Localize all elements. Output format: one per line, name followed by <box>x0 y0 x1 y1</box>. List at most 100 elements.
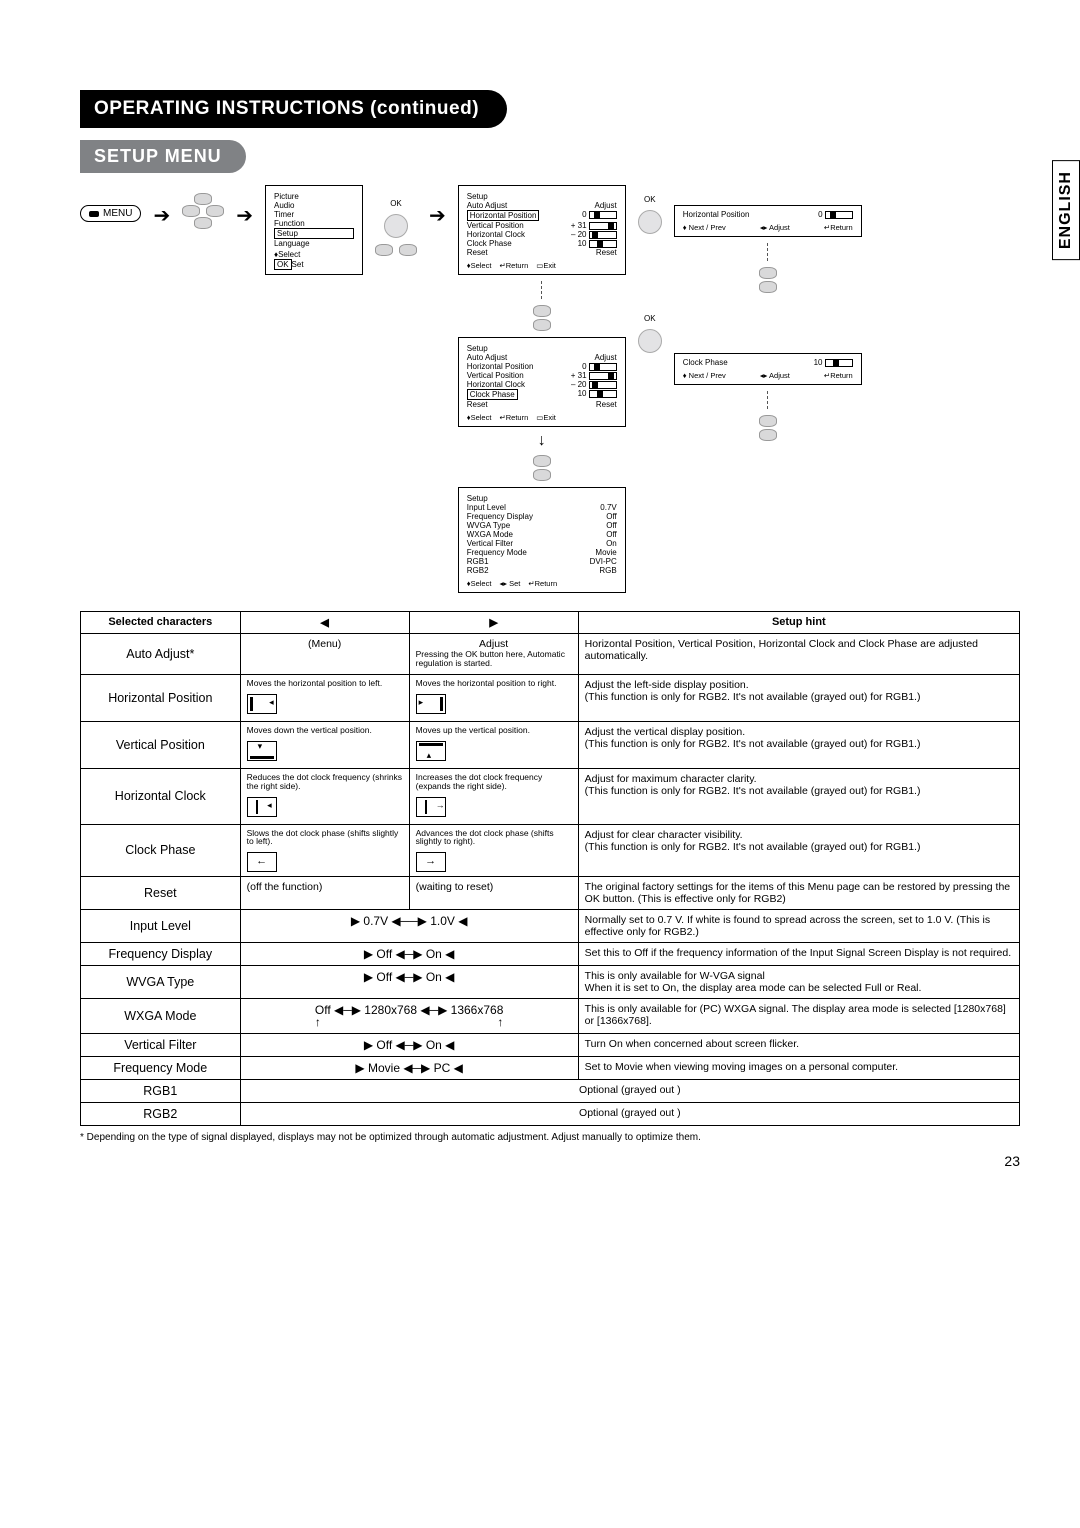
row-name: RGB2 <box>81 1103 241 1126</box>
osd-row-name: Vertical Filter <box>467 539 513 548</box>
gray-cell: Optional (grayed out ) <box>240 1080 1019 1103</box>
osd-row-val: Adjust <box>595 201 617 210</box>
osd-row-name: Frequency Display <box>467 512 533 521</box>
adj-val: 10 <box>814 358 823 367</box>
table-row: Clock Phase Slows the dot clock phase (s… <box>81 824 1020 877</box>
row-name: Clock Phase <box>81 824 241 877</box>
row-name: Vertical Filter <box>81 1034 241 1057</box>
language-tab: ENGLISH <box>1052 160 1080 260</box>
osd-row-val: + 31 <box>571 221 587 230</box>
row-name: Vertical Position <box>81 721 241 768</box>
cell-text: Increases the dot clock frequency (expan… <box>416 773 572 791</box>
expand-icon: → <box>416 797 446 817</box>
range-text: Off ◀─▶ 1280x768 ◀─▶ 1366x768 <box>315 1003 503 1017</box>
dpad-icon <box>759 415 777 441</box>
cell-right: Moves the horizontal position to right. … <box>409 674 578 721</box>
menu-item: Function <box>274 219 354 228</box>
cell-text: Advances the dot clock phase (shifts sli… <box>416 829 572 847</box>
dashed-connector <box>541 281 542 299</box>
table-row: Horizontal Position Moves the horizontal… <box>81 674 1020 721</box>
phase-left-icon: ← <box>247 852 277 872</box>
osd-row-val: Movie <box>595 548 616 557</box>
subsection-title: SETUP MENU <box>80 140 246 173</box>
osd-title: Setup <box>467 192 617 201</box>
range-cell: ▶ Off ◀─▶ On ◀ <box>240 1034 578 1057</box>
osd-row-name: Input Level <box>467 503 506 512</box>
setup-osd-bottom: Setup Input Level0.7V Frequency DisplayO… <box>458 487 626 593</box>
ok-label: OK <box>390 199 402 208</box>
adj-foot: Next / Prev <box>689 223 726 232</box>
table-row: Frequency Mode ▶ Movie ◀─▶ PC ◀ Set to M… <box>81 1057 1020 1080</box>
row-name: Horizontal Clock <box>81 768 241 824</box>
menu-item: Picture <box>274 192 354 201</box>
osd-row-val: 10 <box>578 239 587 248</box>
cell-text: Reduces the dot clock frequency (shrinks… <box>247 773 403 791</box>
ok-label: OK <box>644 195 656 204</box>
cell-left: (Menu) <box>240 634 409 675</box>
osd-row-val: Off <box>606 530 617 539</box>
table-row: WVGA Type ▶ Off ◀─▶ On ◀ This is only av… <box>81 966 1020 999</box>
setup-osd-middle: Setup Auto AdjustAdjust Horizontal Posit… <box>458 337 626 427</box>
osd-row-val: 0 <box>582 210 586 219</box>
osd-row-name: Horizontal Position <box>467 210 540 221</box>
range-cell: ▶ 0.7V ◀──▶ 1.0V ◀ <box>240 910 578 943</box>
osd-row-name: WVGA Type <box>467 521 510 530</box>
osd-foot: Return <box>535 579 558 588</box>
adj-val: 0 <box>818 210 822 219</box>
osd-row-val: + 31 <box>571 371 587 380</box>
cell-left: Moves the horizontal position to left. ◂ <box>240 674 409 721</box>
osd-row-val: 0.7V <box>600 503 616 512</box>
row-name: Frequency Mode <box>81 1057 241 1080</box>
row-name: Auto Adjust* <box>81 634 241 675</box>
osd-row-name: WXGA Mode <box>467 530 513 539</box>
adjust-osd-clockphase: Clock Phase10 ♦ Next / Prev◂▸ Adjust↵Ret… <box>674 353 862 385</box>
osd-row-val: 0 <box>582 362 586 371</box>
osd-row-val: RGB <box>599 566 616 575</box>
cell-right-sub: Pressing the OK button here, Automatic r… <box>416 650 572 668</box>
menu-item-highlighted: Setup <box>274 228 354 239</box>
dpad-icon <box>375 244 417 256</box>
cell-hint: This is only available for (PC) WXGA sig… <box>578 999 1019 1034</box>
footnote: * Depending on the type of signal displa… <box>80 1132 1020 1143</box>
cell-hint: The original factory settings for the it… <box>578 877 1019 910</box>
adj-name: Clock Phase <box>683 358 728 367</box>
phase-right-icon: → <box>416 852 446 872</box>
osd-row-name: Auto Adjust <box>467 353 507 362</box>
osd-row-name: Vertical Position <box>467 371 524 380</box>
osd-row-val: 10 <box>578 389 587 398</box>
table-row: Horizontal Clock Reduces the dot clock f… <box>81 768 1020 824</box>
cell-text: Slows the dot clock phase (shifts slight… <box>247 829 403 847</box>
osd-row-name: RGB1 <box>467 557 489 566</box>
dashed-connector <box>767 391 768 409</box>
cell-right: Adjust Pressing the OK button here, Auto… <box>409 634 578 675</box>
osd-row-name: Horizontal Position <box>467 362 534 371</box>
arrow-icon: ➔ <box>153 203 170 228</box>
dpad-icon <box>759 267 777 293</box>
osd-row-name: Reset <box>467 400 488 409</box>
cell-hint: This is only available for W-VGA signal … <box>578 966 1019 999</box>
cell-hint: Adjust for clear character visibility. (… <box>578 824 1019 877</box>
table-row: RGB2 Optional (grayed out ) <box>81 1103 1020 1126</box>
row-name: WXGA Mode <box>81 999 241 1034</box>
range-cell: ▶ Off ◀─▶ On ◀ <box>240 943 578 966</box>
gray-cell: Optional (grayed out ) <box>240 1103 1019 1126</box>
osd-row-val: – 20 <box>571 230 587 239</box>
menu-button-label: MENU <box>103 208 132 219</box>
menu-button-icon: MENU <box>80 205 141 222</box>
cell-hint: Horizontal Position, Vertical Position, … <box>578 634 1019 675</box>
down-arrow-icon: ↓ <box>538 433 546 449</box>
osd-flow-diagram: MENU ➔ ➔ Picture Audio Timer Function Se… <box>80 185 1020 593</box>
cell-right: Moves up the vertical position. ▴ <box>409 721 578 768</box>
arrow-icon: ➔ <box>236 203 253 228</box>
dpad-icon <box>182 193 224 229</box>
col-selected: Selected characters <box>81 612 241 634</box>
cell-right: Increases the dot clock frequency (expan… <box>409 768 578 824</box>
row-name: Frequency Display <box>81 943 241 966</box>
cell-hint: Adjust the vertical display position. (T… <box>578 721 1019 768</box>
ok-button-icon <box>638 329 662 353</box>
table-row: Vertical Position Moves down the vertica… <box>81 721 1020 768</box>
row-name: RGB1 <box>81 1080 241 1103</box>
ok-button-icon <box>384 214 408 238</box>
arrow-icon: ➔ <box>429 203 446 228</box>
cell-hint: Set to Movie when viewing moving images … <box>578 1057 1019 1080</box>
